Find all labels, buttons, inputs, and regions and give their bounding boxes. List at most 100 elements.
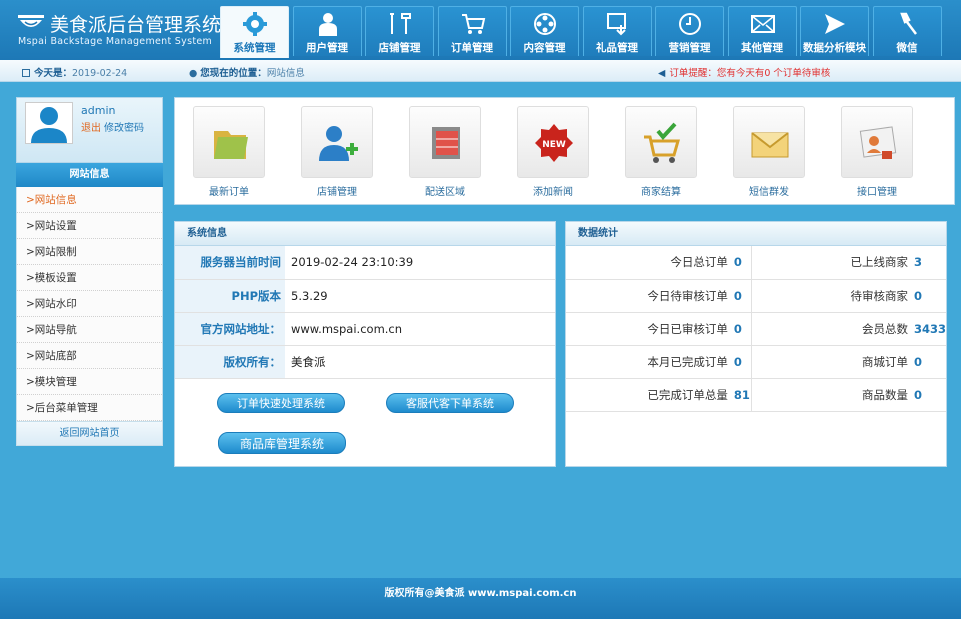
table-row: 官方网站地址： www.mspai.com.cn (175, 312, 555, 346)
quick-delivery-area[interactable]: 配送区域 (400, 106, 490, 198)
info-value: 美食派 (285, 345, 555, 379)
mail-icon (750, 15, 775, 33)
info-value: 5.3.29 (285, 279, 555, 313)
quick-sms-broadcast[interactable]: 短信群发 (724, 106, 814, 198)
quick-add-news[interactable]: NEW 添加新闻 (508, 106, 598, 198)
tab-label: 数据分析模块 (803, 42, 866, 54)
stat-value: 3433 (907, 312, 946, 346)
tab-other[interactable]: 其他管理 (727, 6, 797, 56)
tab-label: 其他管理 (741, 42, 783, 54)
sidebar-item-modules[interactable]: >模块管理 (17, 369, 162, 395)
add-user-icon (301, 106, 373, 178)
back-to-home-link[interactable]: 返回网站首页 (16, 422, 163, 446)
tab-users[interactable]: 用户管理 (292, 6, 362, 56)
sidebar-item-navigation[interactable]: >网站导航 (17, 317, 162, 343)
table-row: PHP版本 5.3.29 (175, 279, 555, 313)
system-info-panel: 系统信息 服务器当前时间 2019-02-24 23:10:39 PHP版本 5… (174, 221, 556, 467)
panel-title: 数据统计 (566, 222, 946, 246)
table-row: 今日待审核订单 0 待审核商家 0 (566, 279, 946, 313)
speaker-icon: ◀ (658, 68, 666, 79)
film-icon (534, 13, 556, 35)
tool-icon (899, 12, 917, 35)
info-bar: 今天是：2019-02-24 ● 您现在的位置：网站信息 ◀ 订单提醒：您有今天有0… (0, 60, 961, 82)
info-key: PHP版本 (175, 279, 285, 313)
sidebar-item-admin-menu[interactable]: >后台菜单管理 (17, 395, 162, 421)
top-header: 美食派后台管理系统 Mspai Backstage Management Sys… (0, 0, 961, 60)
quick-order-system-button[interactable]: 订单快速处理系统 (217, 393, 345, 413)
calendar-icon (22, 69, 30, 77)
stat-label: 已完成订单总量 (566, 378, 728, 412)
svg-text:NEW: NEW (542, 140, 566, 150)
quick-api-management[interactable]: 接口管理 (832, 106, 922, 198)
quick-label: 商家结算 (641, 187, 681, 198)
quick-merchant-settlement[interactable]: 商家结算 (616, 106, 706, 198)
cart-icon (461, 14, 485, 34)
service-order-system-button[interactable]: 客服代客下单系统 (386, 393, 514, 413)
tab-analytics[interactable]: 数据分析模块 (800, 6, 869, 56)
breadcrumb[interactable]: 网站信息 (267, 68, 305, 79)
stat-value: 0 (907, 279, 946, 313)
statistics-table: 今日总订单 0 已上线商家 3 今日待审核订单 0 待审核商家 0 今日已审核订… (566, 246, 946, 412)
tab-marketing[interactable]: 营销管理 (655, 6, 724, 56)
footer: 版权所有@美食派 www.mspai.com.cn (0, 578, 961, 619)
sidebar: admin 退出 修改密码 网站信息 >网站信息 >网站设置 >网站限制 >模板设… (16, 97, 163, 446)
folder-icon (193, 106, 265, 178)
info-value[interactable]: www.mspai.com.cn (285, 312, 555, 346)
sidebar-item-templates[interactable]: >模板设置 (17, 265, 162, 291)
stat-value: 0 (727, 279, 753, 313)
tab-gifts[interactable]: 礼品管理 (582, 6, 652, 56)
brand-subtitle: Mspai Backstage Management System (18, 36, 213, 47)
quick-label: 接口管理 (857, 187, 897, 198)
info-key: 服务器当前时间 (175, 246, 285, 280)
sidebar-title: 网站信息 (16, 163, 163, 187)
location-label: 您现在的位置： (200, 68, 267, 79)
quick-label: 添加新闻 (533, 187, 573, 198)
brand-title: 美食派后台管理系统 (50, 14, 222, 36)
tab-wechat[interactable]: 微信 (872, 6, 942, 56)
stat-label: 商城订单 (751, 345, 908, 379)
user-links: 退出 修改密码 (81, 119, 144, 134)
stat-label: 今日待审核订单 (566, 279, 728, 313)
new-badge-icon: NEW (517, 106, 589, 178)
stat-value: 0 (907, 378, 946, 412)
sidebar-item-site-settings[interactable]: >网站设置 (17, 213, 162, 239)
user-name: admin (81, 104, 116, 117)
user-small-icon: ● (189, 68, 198, 79)
order-alert[interactable]: ◀ 订单提醒：您有今天有0 个订单待审核 (658, 65, 830, 79)
quick-latest-orders[interactable]: 最新订单 (184, 106, 274, 198)
stat-value: 0 (727, 246, 753, 280)
stat-label: 已上线商家 (751, 246, 908, 280)
tab-system[interactable]: 系统管理 (220, 6, 289, 58)
table-row: 版权所有： 美食派 (175, 345, 555, 379)
tab-label: 微信 (896, 42, 918, 54)
tab-shops[interactable]: 店铺管理 (365, 6, 434, 56)
stat-label: 待审核商家 (751, 279, 908, 313)
goods-library-system-button[interactable]: 商品库管理系统 (218, 432, 346, 454)
quick-label: 短信群发 (749, 187, 789, 198)
sidebar-item-site-limits[interactable]: >网站限制 (17, 239, 162, 265)
user-box: admin 退出 修改密码 (16, 97, 163, 163)
quick-shop-management[interactable]: 店铺管理 (292, 106, 382, 198)
table-row: 今日总订单 0 已上线商家 3 (566, 246, 946, 280)
gear-icon (243, 12, 267, 36)
stat-label: 本月已完成订单 (566, 345, 728, 379)
tab-label: 营销管理 (668, 42, 711, 54)
tab-orders[interactable]: 订单管理 (437, 6, 507, 56)
stat-value: 0 (907, 345, 946, 379)
sidebar-menu: >网站信息 >网站设置 >网站限制 >模板设置 >网站水印 >网站导航 >网站底… (16, 187, 163, 422)
envelope-icon (733, 106, 805, 178)
tab-content[interactable]: 内容管理 (510, 6, 579, 56)
stat-value: 3 (907, 246, 946, 280)
quick-label: 店铺管理 (317, 187, 357, 198)
sidebar-item-site-info[interactable]: >网站信息 (17, 187, 162, 213)
sidebar-item-footer[interactable]: >网站底部 (17, 343, 162, 369)
sidebar-item-watermark[interactable]: >网站水印 (17, 291, 162, 317)
date-label: 今天是： (34, 68, 73, 79)
table-row: 本月已完成订单 0 商城订单 0 (566, 345, 946, 379)
date-value: 2019-02-24 (72, 68, 128, 79)
logout-link[interactable]: 退出 (81, 123, 101, 134)
change-password-link[interactable]: 修改密码 (104, 123, 144, 134)
stat-label: 会员总数 (751, 312, 908, 346)
date-info: 今天是：2019-02-24 (22, 65, 127, 79)
stat-value: 0 (727, 345, 753, 379)
